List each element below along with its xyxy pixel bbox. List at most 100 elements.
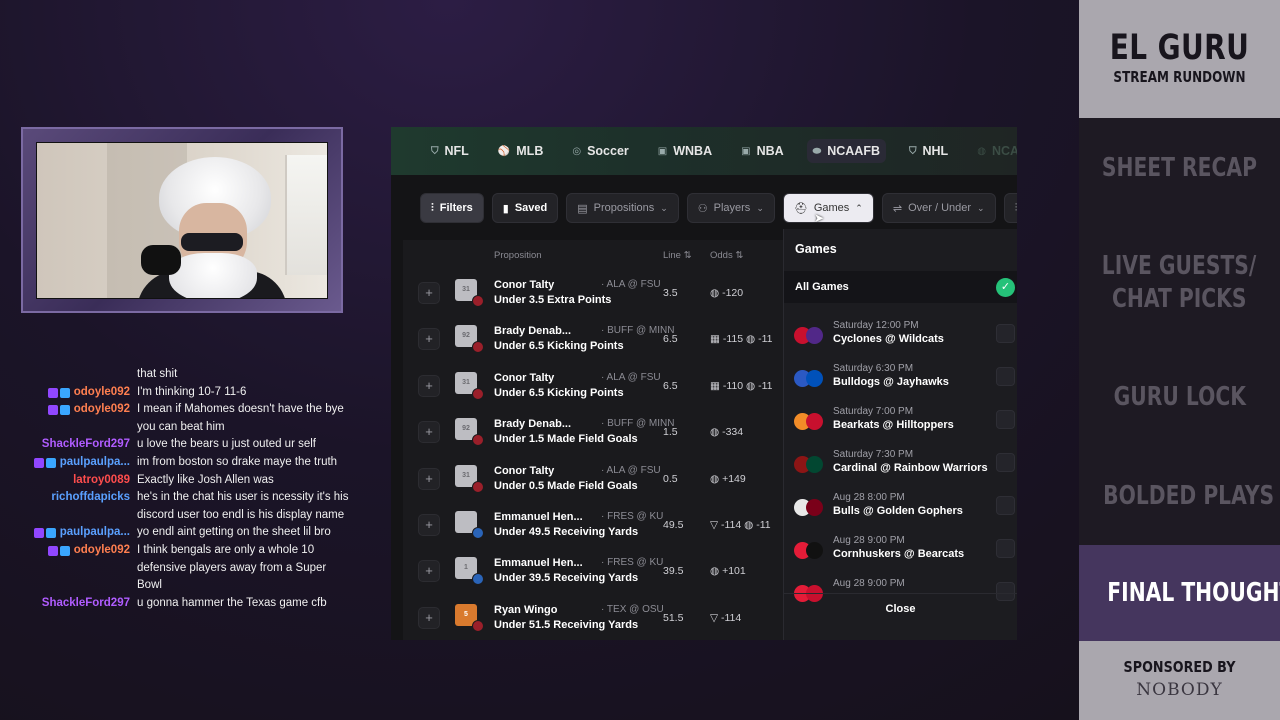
chat-message: paulpaulpa... yo endl aint getting on the… <box>30 524 350 542</box>
team-logo-icon <box>806 456 823 473</box>
prop-line: 51.5 <box>663 611 684 624</box>
game-option[interactable]: Saturday 12:00 PM Cyclones @ Wildcats <box>784 318 1017 361</box>
game-option[interactable]: Saturday 6:30 PM Bulldogs @ Jayhawks <box>784 361 1017 404</box>
game-option[interactable]: Aug 28 8:00 PM Bulls @ Golden Gophers <box>784 490 1017 533</box>
chat-username[interactable]: odoyle092 <box>74 401 130 419</box>
add-pick-button[interactable]: + <box>418 467 440 490</box>
chat-badges <box>47 387 70 398</box>
tab-nfl[interactable]: ⛉ NFL <box>425 139 475 163</box>
bookmark-icon: ▮ <box>502 202 509 215</box>
streamer-sunglasses <box>181 233 243 251</box>
player-name[interactable]: Brady Denab... <box>494 325 571 337</box>
saved-button[interactable]: ▮ Saved <box>491 193 559 223</box>
table-row[interactable]: +31 Conor Talty · ALA @ FSU Under 6.5 Kicki… <box>403 363 793 409</box>
chat-username[interactable]: paulpaulpa... <box>60 454 130 472</box>
all-games-label: All Games <box>795 281 849 293</box>
game-time: Aug 28 9:00 PM <box>833 535 905 546</box>
player-name[interactable]: Conor Talty <box>494 465 554 477</box>
proposition: Under 6.5 Kicking Points <box>494 340 624 353</box>
game-checkbox[interactable] <box>996 496 1015 515</box>
propositions-button[interactable]: ▤ Propositions ⌄ <box>566 193 679 223</box>
tab-ncaafb[interactable]: ⬬ NCAAFB <box>806 139 886 163</box>
player-name[interactable]: Conor Talty <box>494 372 554 384</box>
chat-text: I'm thinking 10-7 11-6 <box>137 385 247 398</box>
team-logo-icon <box>806 499 823 516</box>
tab-mlb[interactable]: ⚾ MLB <box>492 139 550 163</box>
table-row[interactable]: +31 Conor Talty · ALA @ FSU Under 0.5 Made … <box>403 456 793 502</box>
tab-nhl[interactable]: ⛉ NHL <box>903 139 954 163</box>
add-pick-button[interactable]: + <box>418 560 440 583</box>
webcam-window <box>285 155 327 275</box>
header-line[interactable]: Line ⇅ <box>663 250 692 261</box>
game-checkbox[interactable] <box>996 324 1015 343</box>
sports-nav: ⛉ NFL ⚾ MLB ◎ Soccer ▣ WNBA ▣ NBA ⬬ NCAAFB ⛉ NHL ◍ NCAA… <box>391 127 1017 175</box>
header-odds[interactable]: Odds ⇅ <box>710 250 743 261</box>
more-filters-button[interactable]: ⫶ <box>1003 193 1017 223</box>
matchup-logos <box>794 456 826 474</box>
all-games-option[interactable]: All Games ✓ <box>784 271 1017 303</box>
chat-username[interactable]: odoyle092 <box>74 384 130 402</box>
close-button[interactable]: Close <box>784 603 1017 615</box>
over-under-button[interactable]: ⇌ Over / Under ⌄ <box>881 193 996 223</box>
game-option[interactable]: Saturday 7:30 PM Cardinal @ Rainbow Warri… <box>784 447 1017 490</box>
add-pick-button[interactable]: + <box>418 421 440 444</box>
game-option[interactable]: Aug 28 9:00 PM Cornhuskers @ Bearcats <box>784 533 1017 576</box>
matchup-logos <box>794 370 826 388</box>
player-name[interactable]: Brady Denab... <box>494 418 571 430</box>
filters-button[interactable]: ⫶ Filters <box>420 193 484 223</box>
chat-username[interactable]: latroy0089 <box>73 472 130 490</box>
soccer-ball-icon: ◎ <box>572 145 582 157</box>
rundown-item-chat-picks: CHAT PICKS <box>1112 284 1247 314</box>
table-row[interactable]: +1 Emmanuel Hen... · FRES @ KU Under 39.5 R… <box>403 548 793 594</box>
player-name[interactable]: Emmanuel Hen... <box>494 557 583 569</box>
game-checkbox[interactable] <box>996 453 1015 472</box>
tab-ncaamb[interactable]: ◍ NCAAMB <box>971 139 1017 163</box>
add-pick-button[interactable]: + <box>418 374 440 397</box>
add-pick-button[interactable]: + <box>418 606 440 629</box>
prime-badge-icon <box>45 528 56 539</box>
nba-icon: ▣ <box>741 145 751 157</box>
game-checkbox[interactable] <box>996 367 1015 386</box>
game-checkbox[interactable] <box>996 539 1015 558</box>
tab-label: Soccer <box>587 144 629 158</box>
table-row[interactable]: +92 Brady Denab... · BUFF @ MINN Under 1.5 … <box>403 409 793 455</box>
games-button[interactable]: ⛑ Games ⌃ <box>782 193 874 223</box>
tab-soccer[interactable]: ◎ Soccer <box>566 139 634 163</box>
dropdown-title: Games <box>795 242 837 256</box>
add-pick-button[interactable]: + <box>418 514 440 536</box>
table-row[interactable]: +92 Brady Denab... · BUFF @ MINN Under 6.5 … <box>403 316 793 362</box>
tab-label: NHL <box>922 144 949 158</box>
table-row[interactable]: +5 Ryan Wingo · TEX @ OSU Under 51.5 Receiv… <box>403 595 793 640</box>
chat-username[interactable]: richoffdapicks <box>51 489 130 507</box>
game-checkbox[interactable] <box>996 582 1015 601</box>
rundown-current-segment: FINAL THOUGHTS <box>1079 545 1280 641</box>
chat-username[interactable]: paulpaulpa... <box>60 524 130 542</box>
arrows-icon: ⇌ <box>892 202 903 215</box>
player-name[interactable]: Ryan Wingo <box>494 604 557 616</box>
filter-label: Players <box>713 202 751 214</box>
table-row[interactable]: +31 Conor Talty · ALA @ FSU Under 3.5 Extra… <box>403 270 793 316</box>
chat-username[interactable]: ShackleFord297 <box>42 436 130 454</box>
chat-username[interactable]: odoyle092 <box>74 542 130 560</box>
team-logo-icon <box>472 619 484 632</box>
add-pick-button[interactable]: + <box>418 328 440 351</box>
chat-username[interactable]: ShackleFord297 <box>42 595 130 613</box>
rundown-item-sheet-recap: SHEET RECAP <box>1101 153 1258 183</box>
tab-nba[interactable]: ▣ NBA <box>735 139 790 163</box>
team-logo-icon <box>472 387 484 400</box>
game-checkbox[interactable] <box>996 410 1015 429</box>
game-option[interactable]: Saturday 7:00 PM Bearkats @ Hilltoppers <box>784 404 1017 447</box>
game-time: Aug 28 9:00 PM <box>833 578 905 589</box>
header-proposition[interactable]: Proposition <box>494 250 542 261</box>
team-logo-icon <box>472 295 484 307</box>
stream-rundown: EL GURU STREAM RUNDOWN SHEET RECAP LIVE … <box>1079 0 1280 720</box>
proposition: Under 51.5 Receiving Yards <box>494 618 639 631</box>
tab-wnba[interactable]: ▣ WNBA <box>652 139 718 163</box>
player-name[interactable]: Emmanuel Hen... <box>494 511 583 523</box>
players-button[interactable]: ⚇ Players ⌄ <box>686 193 775 223</box>
add-pick-button[interactable]: + <box>418 282 440 304</box>
player-name[interactable]: Conor Talty <box>494 279 554 291</box>
player-matchup: · FRES @ KU <box>601 511 664 522</box>
table-row[interactable]: + Emmanuel Hen... · FRES @ KU Under 49.5 Re… <box>403 502 793 548</box>
team-logo-icon <box>472 434 484 447</box>
